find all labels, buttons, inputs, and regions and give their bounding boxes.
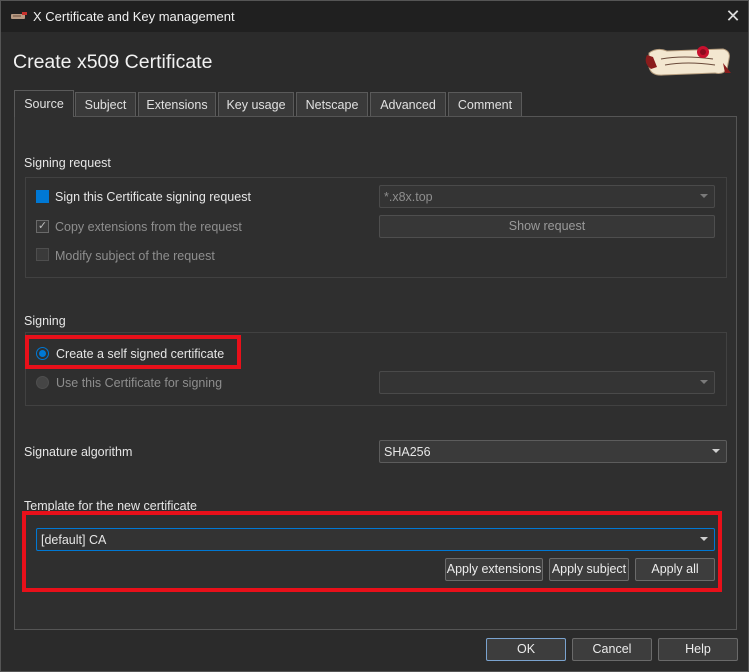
tab-extensions[interactable]: Extensions <box>138 92 216 116</box>
sign-csr-label: Sign this Certificate signing request <box>55 190 251 204</box>
app-icon <box>11 12 27 19</box>
signing-group <box>25 332 727 406</box>
use-cert-label: Use this Certificate for signing <box>56 376 223 390</box>
tab-comment[interactable]: Comment <box>448 92 522 116</box>
apply-all-button[interactable]: Apply all <box>635 558 715 581</box>
chevron-down-icon <box>700 194 708 198</box>
copy-extensions-label: Copy extensions from the request <box>55 220 242 234</box>
ok-button[interactable]: OK <box>486 638 566 661</box>
template-select[interactable]: [default] CA <box>36 528 715 551</box>
copy-extensions-checkbox[interactable]: ✓ <box>36 220 49 233</box>
tab-key-usage[interactable]: Key usage <box>218 92 294 116</box>
modify-subject-checkbox[interactable] <box>36 248 49 261</box>
tab-netscape[interactable]: Netscape <box>296 92 368 116</box>
signing-request-label: Signing request <box>24 156 111 170</box>
use-cert-radio[interactable] <box>36 376 49 389</box>
self-signed-label: Create a self signed certificate <box>56 347 225 361</box>
modify-subject-label: Modify subject of the request <box>55 249 215 263</box>
show-request-button[interactable]: Show request <box>379 215 715 238</box>
title-bar[interactable]: X Certificate and Key management ✕ <box>1 1 748 32</box>
signing-label: Signing <box>24 314 66 328</box>
apply-extensions-button[interactable]: Apply extensions <box>445 558 543 581</box>
tab-subject[interactable]: Subject <box>75 92 136 116</box>
apply-subject-button[interactable]: Apply subject <box>549 558 629 581</box>
sign-csr-checkbox[interactable] <box>36 190 49 203</box>
signing-cert-select[interactable] <box>379 371 715 394</box>
cancel-button[interactable]: Cancel <box>572 638 652 661</box>
signature-algorithm-value: SHA256 <box>384 445 431 459</box>
radio-dot <box>39 350 46 357</box>
page-title: Create x509 Certificate <box>13 51 213 73</box>
csr-select[interactable]: *.x8x.top <box>379 185 715 208</box>
window-title: X Certificate and Key management <box>33 9 235 24</box>
chevron-down-icon <box>700 537 708 541</box>
csr-select-value: *.x8x.top <box>384 190 433 204</box>
self-signed-radio[interactable] <box>36 347 49 360</box>
template-label: Template for the new certificate <box>24 499 197 513</box>
dialog-window: X Certificate and Key management ✕ Creat… <box>0 0 749 672</box>
signature-algorithm-label: Signature algorithm <box>24 445 133 459</box>
chevron-down-icon <box>700 380 708 384</box>
close-icon[interactable]: ✕ <box>719 2 747 30</box>
tab-source[interactable]: Source <box>14 90 74 117</box>
scroll-seal-logo <box>645 46 731 76</box>
chevron-down-icon <box>712 449 720 453</box>
help-button[interactable]: Help <box>658 638 738 661</box>
tab-advanced[interactable]: Advanced <box>370 92 446 116</box>
signature-algorithm-select[interactable]: SHA256 <box>379 440 727 463</box>
template-value: [default] CA <box>41 533 107 547</box>
